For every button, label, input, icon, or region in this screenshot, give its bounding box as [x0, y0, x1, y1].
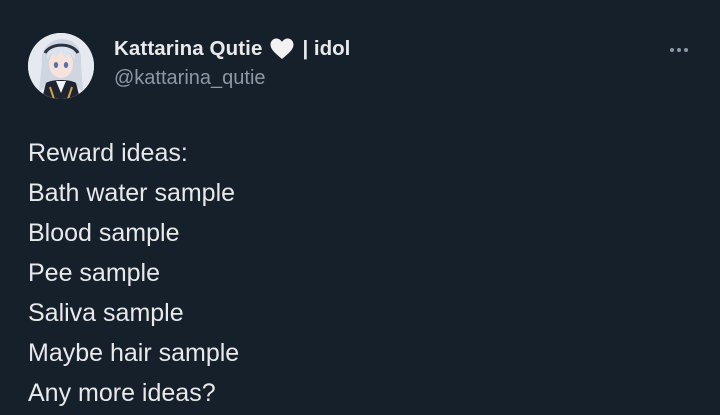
avatar[interactable] [28, 33, 94, 99]
avatar-image [28, 33, 94, 99]
name-row: Kattarina Qutie | idol [114, 34, 350, 64]
tweet-card: Kattarina Qutie | idol @kattarina_qutie … [0, 0, 720, 415]
tweet-line: Blood sample [28, 219, 180, 247]
more-horizontal-icon-dot [684, 48, 688, 52]
more-options-button[interactable] [663, 38, 695, 62]
name-suffix: | idol [302, 37, 351, 60]
more-horizontal-icon [670, 48, 674, 52]
user-handle[interactable]: @kattarina_qutie [114, 67, 350, 90]
white-heart-icon [269, 37, 295, 61]
tweet-header: Kattarina Qutie | idol @kattarina_qutie [114, 34, 350, 90]
display-name[interactable]: Kattarina Qutie [114, 37, 262, 61]
tweet-line: Reward ideas: [28, 139, 188, 167]
tweet-line: Saliva sample [28, 299, 184, 327]
tweet-line: Pee sample [28, 259, 161, 287]
more-horizontal-icon-dot [677, 48, 681, 52]
tweet-line: Any more ideas? [28, 379, 216, 407]
tweet-line: Bath water sample [28, 179, 236, 207]
tweet-line: Maybe hair sample [28, 339, 240, 367]
tweet-text: Reward ideas: Bath water sample Blood sa… [28, 133, 239, 413]
